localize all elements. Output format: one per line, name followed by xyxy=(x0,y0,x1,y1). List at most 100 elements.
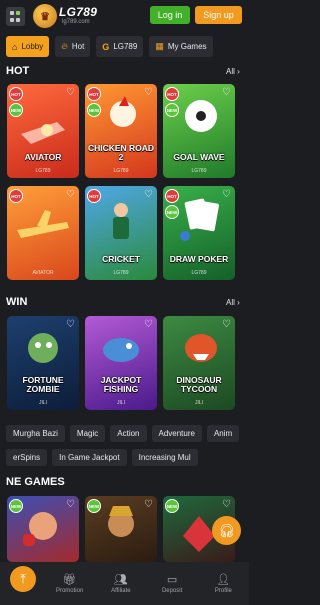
nav-label: Affiliate xyxy=(111,588,131,594)
brand-name: LG789 xyxy=(59,5,98,19)
new-badge: NEW xyxy=(165,499,179,513)
game-vendor: JILI xyxy=(194,400,204,406)
game-vendor: LG789 xyxy=(113,168,129,174)
tab-lobby[interactable]: ⌂ Lobby xyxy=(6,36,50,57)
favorite-heart-icon[interactable]: ♡ xyxy=(222,189,231,200)
chip-murgha-bazi[interactable]: Murgha Bazi xyxy=(6,425,65,442)
section-title-new-games: NE GAMES xyxy=(6,476,65,488)
hot-badge: HOT xyxy=(9,189,23,203)
game-card-dinosaur-tycoon[interactable]: ♡ DINOSAUR TYCOON JILI xyxy=(163,316,235,410)
hot-all-link[interactable]: All › xyxy=(226,67,240,76)
wallet-icon: ▭ xyxy=(166,574,178,586)
game-title: CRICKET xyxy=(102,254,140,264)
game-card-aviator[interactable]: HOT NEW ♡ AVIATOR LG789 xyxy=(7,84,79,178)
new-badge: NEW xyxy=(9,103,23,117)
hot-badge: HOT xyxy=(87,87,101,101)
favorite-heart-icon[interactable]: ♡ xyxy=(222,499,231,510)
new-badge: NEW xyxy=(165,205,179,219)
tab-label: LG789 xyxy=(113,42,138,51)
section-title-hot: HOT xyxy=(6,65,30,77)
nav-profile[interactable]: 👤︎ Profile xyxy=(198,562,249,605)
nav-deposit[interactable]: ▭ Deposit xyxy=(147,562,198,605)
gift-icon: 🎁︎ xyxy=(62,574,77,586)
win-all-link[interactable]: All › xyxy=(226,298,240,307)
game-card-dwarf[interactable]: NEW ♡ xyxy=(85,496,157,562)
tab-my-games[interactable]: ▦ My Games xyxy=(149,36,213,57)
category-tabs: ⌂ Lobby 🔥︎ Hot G LG789 ▦ My Games xyxy=(6,36,213,57)
bottom-navigation: 🎁︎ Promotion 👥︎ Affiliate ▭ Deposit 👤︎ P… xyxy=(0,562,249,605)
game-vendor: LG789 xyxy=(191,270,207,276)
chip-magic[interactable]: Magic xyxy=(69,425,106,442)
game-card-aviator-2[interactable]: HOT ♡ AVIATOR xyxy=(7,186,79,280)
favorite-heart-icon[interactable]: ♡ xyxy=(144,499,153,510)
login-button[interactable]: Log in xyxy=(150,6,190,24)
hot-badge: HOT xyxy=(87,189,101,203)
nav-label: Promotion xyxy=(55,588,84,594)
game-vendor: LG789 xyxy=(113,270,129,276)
chip-action[interactable]: Action xyxy=(110,425,147,442)
new-badge: NEW xyxy=(165,103,179,117)
game-title: CHICKEN ROAD 2 xyxy=(87,143,155,162)
tab-label: Lobby xyxy=(21,42,44,51)
brand-logo[interactable]: ♛ xyxy=(33,4,57,28)
favorite-heart-icon[interactable]: ♡ xyxy=(144,87,153,98)
new-badge: NEW xyxy=(87,499,101,513)
game-vendor: JILI xyxy=(116,400,126,406)
favorite-heart-icon[interactable]: ♡ xyxy=(144,319,153,330)
customer-support-headset-icon[interactable]: 🎧︎ xyxy=(212,516,241,545)
all-label: All xyxy=(226,67,235,76)
favorite-heart-icon[interactable]: ♡ xyxy=(66,499,75,510)
game-title: GOAL WAVE xyxy=(173,152,225,162)
nav-label: Deposit xyxy=(161,588,183,594)
favorite-heart-icon[interactable]: ♡ xyxy=(144,189,153,200)
grid-icon: ▦ xyxy=(155,41,164,51)
signup-button[interactable]: Sign up xyxy=(195,6,242,24)
favorite-heart-icon[interactable]: ♡ xyxy=(66,87,75,98)
game-card-draw-poker[interactable]: HOT NEW ♡ DRAW POKER LG789 xyxy=(163,186,235,280)
nav-label: Profile xyxy=(214,588,232,594)
section-title-win: WIN xyxy=(6,296,28,308)
top-bar: ♛ LG789 lg789.com Log in Sign up xyxy=(0,0,249,32)
game-vendor: JILI xyxy=(38,400,48,406)
tab-label: Hot xyxy=(71,42,85,51)
game-vendor: LG789 xyxy=(35,168,51,174)
page: ♛ LG789 lg789.com Log in Sign up ⌂ Lobby… xyxy=(0,0,249,605)
menu-grid-icon[interactable] xyxy=(6,7,25,26)
nav-affiliate[interactable]: 👥︎ Affiliate xyxy=(95,562,146,605)
nav-promotion[interactable]: 🎁︎ Promotion xyxy=(44,562,95,605)
game-card-fortune-zombie[interactable]: ♡ FORTUNE ZOMBIE JILI xyxy=(7,316,79,410)
game-vendor: LG789 xyxy=(191,168,207,174)
game-title: FORTUNE ZOMBIE xyxy=(22,375,64,394)
tab-lg789[interactable]: G LG789 xyxy=(96,36,144,57)
tab-hot[interactable]: 🔥︎ Hot xyxy=(55,36,91,57)
all-label: All xyxy=(226,298,235,307)
chip-increasing-multiplier[interactable]: Increasing Mul xyxy=(131,449,198,466)
game-art xyxy=(7,316,79,410)
game-card-boxing-king[interactable]: NEW ♡ xyxy=(7,496,79,562)
game-art xyxy=(85,316,157,410)
favorite-heart-icon[interactable]: ♡ xyxy=(66,189,75,200)
favorite-heart-icon[interactable]: ♡ xyxy=(66,319,75,330)
category-chips-row-2: erSpins In Game Jackpot Increasing Mul xyxy=(6,449,198,466)
user-icon: 👤︎ xyxy=(216,574,231,586)
new-badge: NEW xyxy=(87,103,101,117)
game-title: JACKPOT FISHING xyxy=(100,375,142,394)
brand-domain: lg789.com xyxy=(62,19,90,25)
lg-logo-icon: G xyxy=(102,41,110,52)
game-card-jackpot-fishing[interactable]: ♡ JACKPOT FISHING JILI xyxy=(85,316,157,410)
game-card-goal-wave[interactable]: HOT NEW ♡ GOAL WAVE LG789 xyxy=(163,84,235,178)
back-to-top-arrow-icon[interactable]: ⤒ xyxy=(10,566,36,592)
people-icon: 👥︎ xyxy=(113,574,128,586)
game-art xyxy=(163,316,235,410)
favorite-heart-icon[interactable]: ♡ xyxy=(222,319,231,330)
favorite-heart-icon[interactable]: ♡ xyxy=(222,87,231,98)
hot-badge: HOT xyxy=(9,87,23,101)
chip-in-game-jackpot[interactable]: In Game Jackpot xyxy=(52,449,127,466)
chip-adventure[interactable]: Adventure xyxy=(151,425,202,442)
game-card-cricket[interactable]: HOT ♡ CRICKET LG789 xyxy=(85,186,157,280)
chip-animal[interactable]: Anim xyxy=(206,425,240,442)
home-icon: ⌂ xyxy=(12,41,18,52)
chip-free-spins[interactable]: erSpins xyxy=(6,449,48,466)
game-card-chicken-road-2[interactable]: HOT NEW ♡ CHICKEN ROAD 2 LG789 xyxy=(85,84,157,178)
category-chips-row-1: Murgha Bazi Magic Action Adventure Anim xyxy=(6,425,240,442)
